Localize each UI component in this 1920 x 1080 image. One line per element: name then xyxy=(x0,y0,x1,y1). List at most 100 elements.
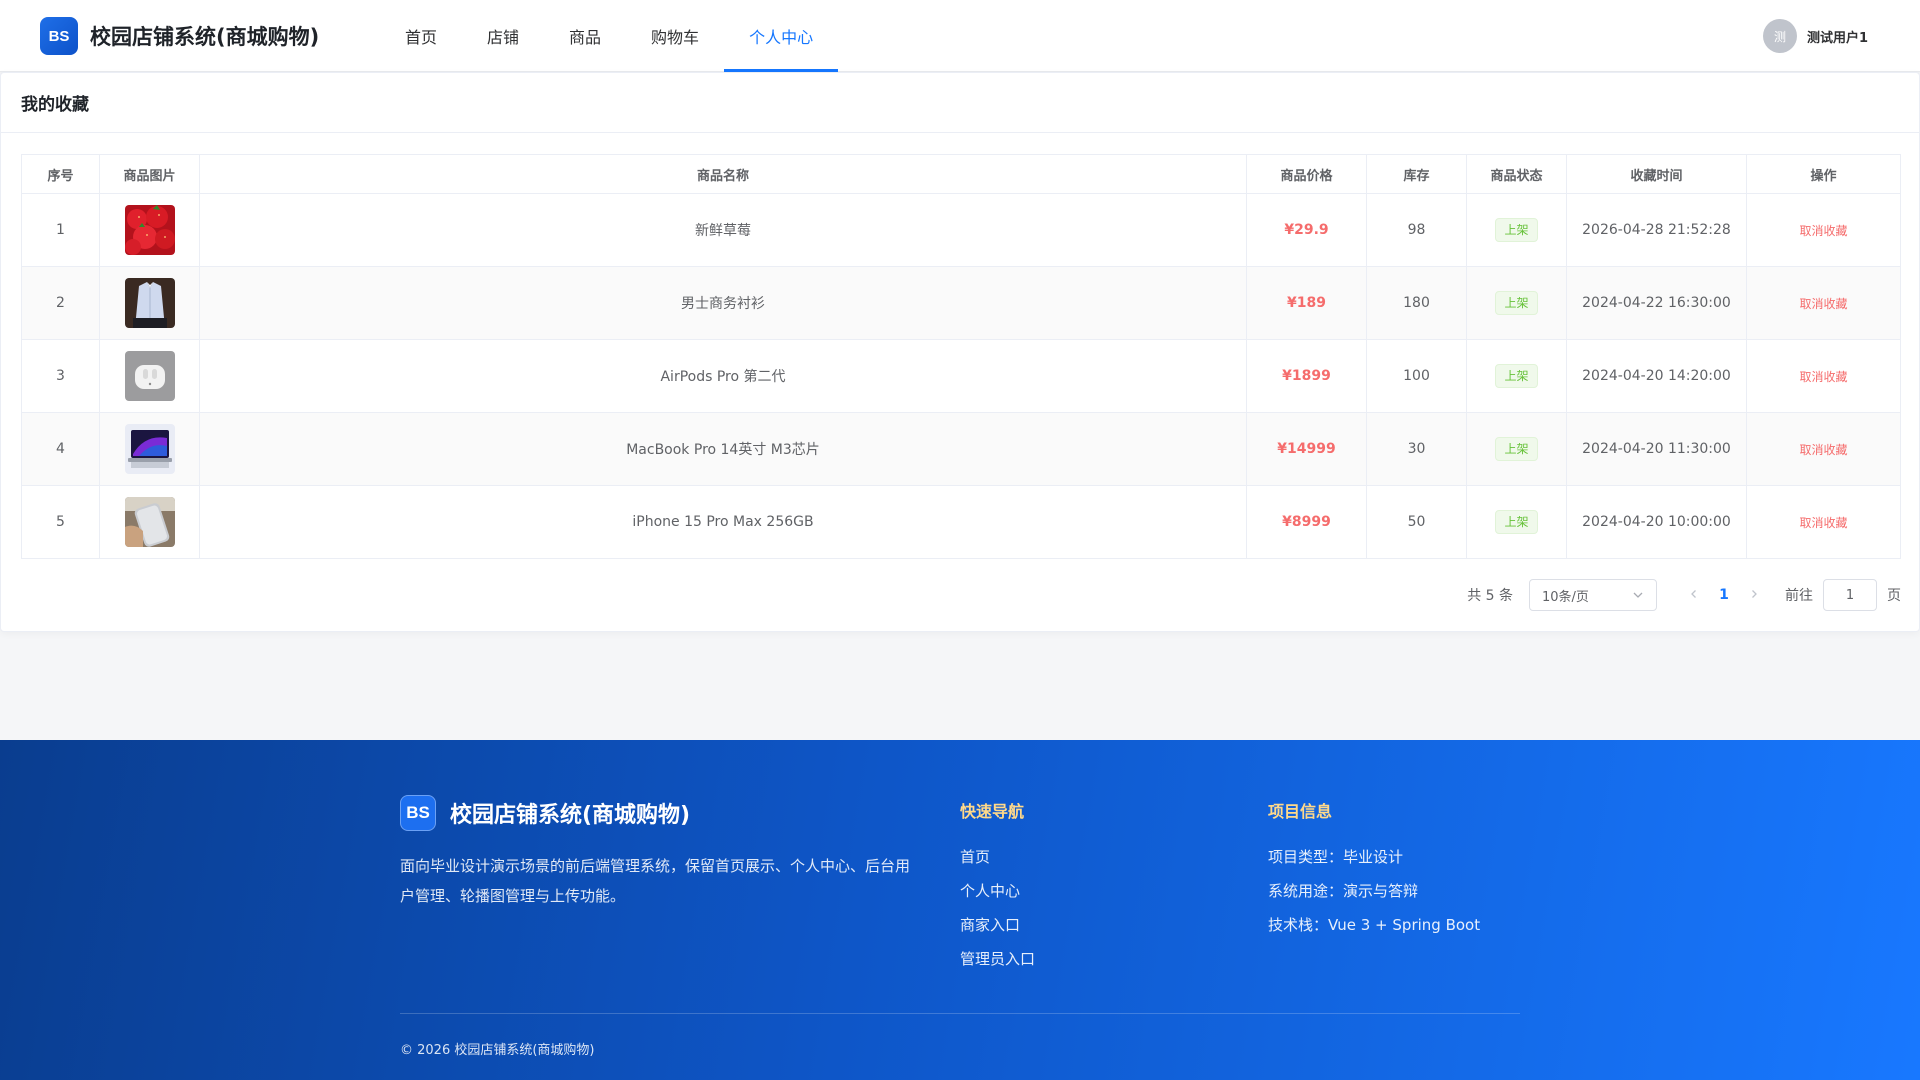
cell-price: ¥29.9 xyxy=(1246,193,1367,267)
cell-name: 男士商务衬衫 xyxy=(199,266,1247,340)
nav-cart[interactable]: 购物车 xyxy=(626,0,724,72)
footer-quick-nav: 快速导航 首页 个人中心 商家入口 管理员入口 xyxy=(960,798,1035,976)
col-price: 商品价格 xyxy=(1246,154,1367,194)
pagination: 共 5 条 10条/页 1 前往 页 xyxy=(1467,579,1901,611)
cell-price: ¥1899 xyxy=(1246,339,1367,413)
footer-link-home[interactable]: 首页 xyxy=(960,840,1035,874)
col-name: 商品名称 xyxy=(199,154,1247,194)
cell-time: 2024-04-20 10:00:00 xyxy=(1566,485,1747,559)
quick-nav-title: 快速导航 xyxy=(960,802,1025,821)
cell-stock: 180 xyxy=(1366,266,1467,340)
footer-link-admin[interactable]: 管理员入口 xyxy=(960,942,1035,976)
page-number-current[interactable]: 1 xyxy=(1709,587,1739,603)
cell-index: 2 xyxy=(21,266,100,340)
cell-name: iPhone 15 Pro Max 256GB xyxy=(199,485,1247,559)
col-time: 收藏时间 xyxy=(1566,154,1747,194)
footer-title: 校园店铺系统(商城购物) xyxy=(450,803,691,828)
page-size-select[interactable]: 10条/页 xyxy=(1529,579,1657,611)
nav-home[interactable]: 首页 xyxy=(380,0,462,72)
page-suffix: 页 xyxy=(1887,588,1901,604)
status-badge: 上架 xyxy=(1495,510,1538,534)
prev-page-button[interactable] xyxy=(1679,587,1709,603)
table-row: 2 男士商务衬衫 ¥189 180 上架 2024-04-22 16:30:00… xyxy=(21,266,1901,340)
page-size-value: 10条/页 xyxy=(1542,589,1589,605)
col-stock: 库存 xyxy=(1366,154,1467,194)
chevron-right-icon xyxy=(1752,590,1757,598)
cancel-favorite-button[interactable]: 取消收藏 xyxy=(1799,224,1847,238)
project-info-title: 项目信息 xyxy=(1268,802,1333,821)
cell-price: ¥8999 xyxy=(1246,485,1367,559)
col-image: 商品图片 xyxy=(99,154,200,194)
cell-stock: 50 xyxy=(1366,485,1467,559)
nav-products[interactable]: 商品 xyxy=(544,0,626,72)
shirt-image[interactable] xyxy=(124,278,175,328)
cell-index: 1 xyxy=(21,193,100,267)
col-status: 商品状态 xyxy=(1466,154,1567,194)
table-row: 5 iPhone 15 Pro Max 256GB ¥8999 50 上架 20… xyxy=(21,485,1901,559)
footer-divider xyxy=(400,1013,1520,1014)
footer-link-profile[interactable]: 个人中心 xyxy=(960,874,1035,908)
cell-price: ¥14999 xyxy=(1246,412,1367,486)
main-nav: 首页 店铺 商品 购物车 个人中心 xyxy=(380,0,839,72)
cell-index: 3 xyxy=(21,339,100,413)
status-badge: 上架 xyxy=(1495,291,1538,315)
goto-page-input[interactable] xyxy=(1823,579,1877,611)
cell-name: MacBook Pro 14英寸 M3芯片 xyxy=(199,412,1247,486)
cell-name: 新鲜草莓 xyxy=(199,193,1247,267)
cell-index: 4 xyxy=(21,412,100,486)
site-footer: BS 校园店铺系统(商城购物) 面向毕业设计演示场景的前后端管理系统，保留首页展… xyxy=(0,740,1920,1080)
cell-stock: 30 xyxy=(1366,412,1467,486)
card-header: 我的收藏 xyxy=(1,73,1919,133)
col-index: 序号 xyxy=(21,154,100,194)
cell-time: 2024-04-22 16:30:00 xyxy=(1566,266,1747,340)
nav-shops[interactable]: 店铺 xyxy=(462,0,544,72)
airpods-image[interactable] xyxy=(124,351,175,401)
cancel-favorite-button[interactable]: 取消收藏 xyxy=(1799,516,1847,530)
user-menu[interactable]: 测 测试用户1 xyxy=(1762,18,1868,54)
footer-project-info: 项目信息 项目类型：毕业设计 系统用途：演示与答辩 技术栈：Vue 3 + Sp… xyxy=(1268,798,1480,942)
footer-description: 面向毕业设计演示场景的前后端管理系统，保留首页展示、个人中心、后台用户管理、轮播… xyxy=(400,857,911,905)
next-page-button[interactable] xyxy=(1739,587,1769,603)
avatar[interactable]: 测 xyxy=(1762,19,1797,53)
top-header: BS 校园店铺系统(商城购物) 首页 店铺 商品 购物车 个人中心 测 测试用户… xyxy=(0,0,1920,72)
status-badge: 上架 xyxy=(1495,218,1538,242)
cancel-favorite-button[interactable]: 取消收藏 xyxy=(1799,297,1847,311)
col-action: 操作 xyxy=(1746,154,1901,194)
table-row: 1 新鲜草莓 ¥29.9 98 上架 2026-04-28 21:52:28 取… xyxy=(21,193,1901,267)
logo-icon[interactable]: BS xyxy=(40,17,78,55)
cell-name: AirPods Pro 第二代 xyxy=(199,339,1247,413)
table-row: 4 MacBook Pro 14英寸 M3芯片 ¥14999 30 上架 202… xyxy=(21,412,1901,486)
nav-profile[interactable]: 个人中心 xyxy=(724,0,839,72)
macbook-image[interactable] xyxy=(124,424,175,474)
project-type: 项目类型：毕业设计 xyxy=(1268,848,1404,866)
cell-time: 2026-04-28 21:52:28 xyxy=(1566,193,1747,267)
status-badge: 上架 xyxy=(1495,437,1538,461)
copyright: © 2026 校园店铺系统(商城购物) xyxy=(400,1043,595,1058)
footer-link-merchant[interactable]: 商家入口 xyxy=(960,908,1035,942)
cell-stock: 100 xyxy=(1366,339,1467,413)
footer-logo-icon: BS xyxy=(400,795,436,831)
chevron-down-icon xyxy=(1633,592,1643,598)
iphone-image[interactable] xyxy=(124,497,175,547)
favorites-table: 序号 商品图片 商品名称 商品价格 库存 商品状态 收藏时间 操作 1 新鲜草莓… xyxy=(21,154,1901,559)
cancel-favorite-button[interactable]: 取消收藏 xyxy=(1799,443,1847,457)
cell-index: 5 xyxy=(21,485,100,559)
cell-price: ¥189 xyxy=(1246,266,1367,340)
cell-stock: 98 xyxy=(1366,193,1467,267)
page-title: 我的收藏 xyxy=(21,95,89,115)
table-header-row: 序号 商品图片 商品名称 商品价格 库存 商品状态 收藏时间 操作 xyxy=(21,154,1901,194)
strawberry-image[interactable] xyxy=(124,205,175,255)
user-name[interactable]: 测试用户1 xyxy=(1807,27,1868,46)
cancel-favorite-button[interactable]: 取消收藏 xyxy=(1799,370,1847,384)
table-row: 3 AirPods Pro 第二代 ¥1899 100 上架 2024-04-2… xyxy=(21,339,1901,413)
cell-time: 2024-04-20 11:30:00 xyxy=(1566,412,1747,486)
goto-label: 前往 xyxy=(1785,588,1813,604)
project-purpose: 系统用途：演示与答辩 xyxy=(1268,882,1419,900)
project-tech-stack: 技术栈：Vue 3 + Spring Boot xyxy=(1268,916,1481,934)
status-badge: 上架 xyxy=(1495,364,1538,388)
footer-brand: BS 校园店铺系统(商城购物) 面向毕业设计演示场景的前后端管理系统，保留首页展… xyxy=(400,795,920,911)
total-count: 共 5 条 xyxy=(1467,588,1513,604)
chevron-left-icon xyxy=(1691,590,1696,598)
site-title[interactable]: 校园店铺系统(商城购物) xyxy=(90,21,319,51)
cell-time: 2024-04-20 14:20:00 xyxy=(1566,339,1747,413)
